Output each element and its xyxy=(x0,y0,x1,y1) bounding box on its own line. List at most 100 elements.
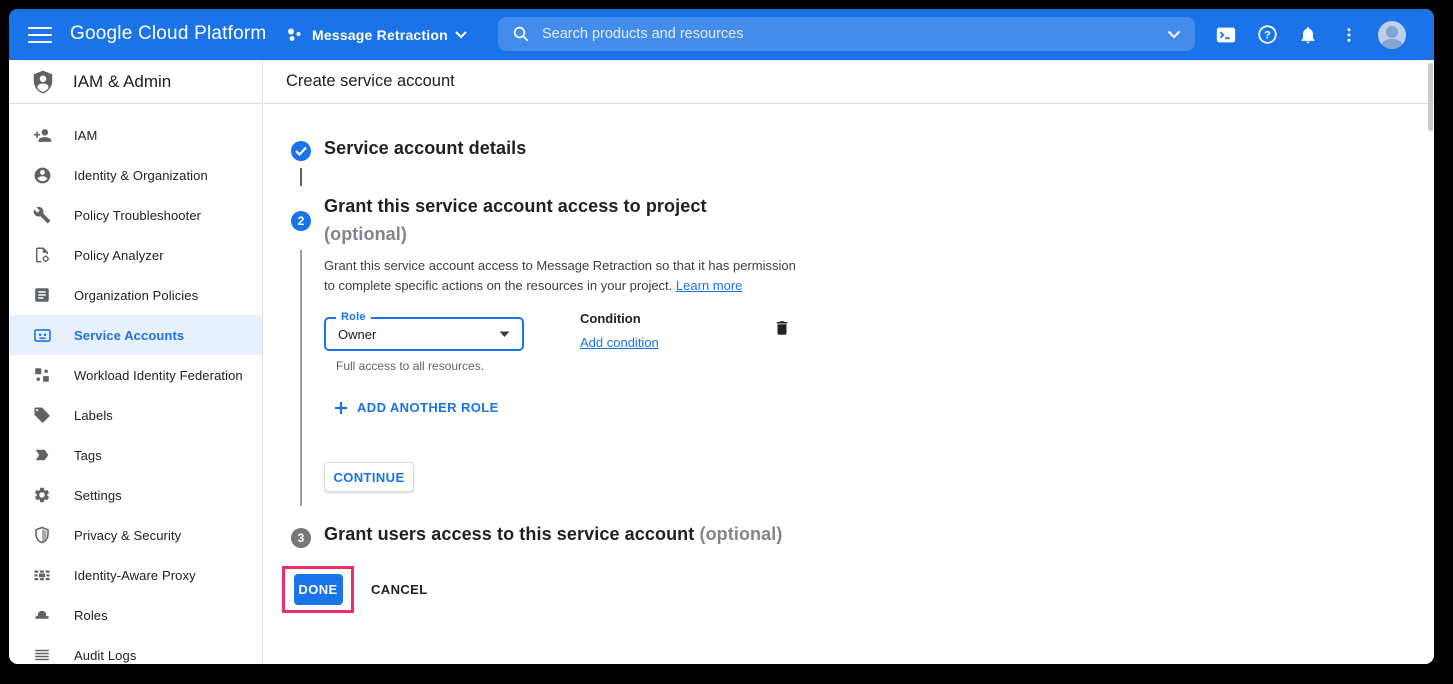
sidebar-item-audit-logs[interactable]: Audit Logs xyxy=(9,635,262,664)
search-chevron-down-icon[interactable] xyxy=(1167,30,1181,39)
project-icon xyxy=(285,25,305,45)
cancel-button[interactable]: CANCEL xyxy=(371,574,428,605)
sidebar-item-identity-organization[interactable]: Identity & Organization xyxy=(9,155,262,195)
appbar-actions: ? xyxy=(1214,9,1406,60)
add-another-role-label: ADD ANOTHER ROLE xyxy=(357,400,499,415)
sidebar-item-service-accounts[interactable]: Service Accounts xyxy=(9,315,262,355)
document-gear-icon xyxy=(32,245,52,265)
step-3-optional-label: (optional) xyxy=(699,524,782,544)
sidebar-item-label: Roles xyxy=(74,608,108,623)
sidebar-item-policy-troubleshooter[interactable]: Policy Troubleshooter xyxy=(9,195,262,235)
gcp-top-appbar: Google Cloud Platform Message Retraction… xyxy=(9,9,1434,60)
role-field-label: Role xyxy=(336,311,371,323)
sidebar-nav: IAM Identity & Organization Policy Troub… xyxy=(9,104,262,664)
step-1-title: Service account details xyxy=(324,138,526,159)
sidebar-item-organization-policies[interactable]: Organization Policies xyxy=(9,275,262,315)
sidebar-item-roles[interactable]: Roles xyxy=(9,595,262,635)
done-button[interactable]: DONE xyxy=(294,574,343,605)
account-circle-icon xyxy=(32,165,52,185)
add-condition-link[interactable]: Add condition xyxy=(580,335,659,350)
hamburger-menu-icon[interactable] xyxy=(28,22,52,46)
plus-icon xyxy=(334,401,348,415)
project-selector[interactable]: Message Retraction xyxy=(285,20,467,50)
delete-role-button[interactable] xyxy=(773,319,793,339)
sidebar-item-label: Organization Policies xyxy=(74,288,198,303)
learn-more-link[interactable]: Learn more xyxy=(676,278,742,293)
shield-icon xyxy=(32,525,52,545)
svg-text:?: ? xyxy=(1264,29,1271,41)
product-name: Google Cloud Platform xyxy=(70,23,266,45)
sidebar-item-label: Policy Analyzer xyxy=(74,248,164,263)
browser-viewport: Google Cloud Platform Message Retraction… xyxy=(9,9,1434,664)
gear-icon xyxy=(32,485,52,505)
notifications-bell-icon[interactable] xyxy=(1296,23,1320,47)
sidebar-title: IAM & Admin xyxy=(73,72,171,92)
sidebar-item-label: Policy Troubleshooter xyxy=(74,208,201,223)
search-icon xyxy=(512,25,530,43)
description-line-2: to complete specific actions on the reso… xyxy=(324,278,672,293)
help-icon[interactable]: ? xyxy=(1255,23,1279,47)
label-arrow-icon xyxy=(32,445,52,465)
sidebar-item-workload-identity-federation[interactable]: Workload Identity Federation xyxy=(9,355,262,395)
step-3-number: 3 xyxy=(298,531,305,545)
step-2-optional-label: (optional) xyxy=(324,224,407,245)
step-2-description: Grant this service account access to Mes… xyxy=(324,256,796,296)
wrench-icon xyxy=(32,205,52,225)
iam-admin-sidebar: IAM & Admin IAM Identity & Organization … xyxy=(9,60,263,664)
article-icon xyxy=(32,285,52,305)
sidebar-item-iam[interactable]: IAM xyxy=(9,115,262,155)
condition-label: Condition xyxy=(580,311,641,326)
step-connector xyxy=(300,168,302,186)
role-helper-text: Full access to all resources. xyxy=(336,359,484,373)
account-avatar[interactable] xyxy=(1378,21,1406,49)
person-add-icon xyxy=(32,125,52,145)
sidebar-item-label: Privacy & Security xyxy=(74,528,181,543)
sidebar-item-settings[interactable]: Settings xyxy=(9,475,262,515)
sidebar-item-label: Service Accounts xyxy=(74,328,184,343)
description-line-1: Grant this service account access to Mes… xyxy=(324,258,796,273)
step-2-indicator: 2 xyxy=(291,211,311,231)
step-2-title: Grant this service account access to pro… xyxy=(324,196,707,217)
page-header: Create service account xyxy=(264,60,1434,104)
sidebar-item-label: Identity & Organization xyxy=(74,168,208,183)
sidebar-item-label: Tags xyxy=(74,448,102,463)
step-3-indicator: 3 xyxy=(291,528,311,548)
squares-dots-icon xyxy=(32,365,52,385)
proxy-icon xyxy=(32,565,52,585)
role-dropdown[interactable]: Role Owner xyxy=(324,317,524,351)
project-name: Message Retraction xyxy=(312,27,448,43)
main-panel: Create service account Service account d… xyxy=(264,60,1434,664)
sidebar-header: IAM & Admin xyxy=(9,60,262,104)
sidebar-item-tags[interactable]: Tags xyxy=(9,435,262,475)
tag-icon xyxy=(32,405,52,425)
dropdown-caret-icon xyxy=(499,331,510,338)
chevron-down-icon xyxy=(455,31,467,39)
cloud-shell-icon[interactable] xyxy=(1214,23,1238,47)
add-another-role-button[interactable]: ADD ANOTHER ROLE xyxy=(334,400,499,415)
sidebar-item-policy-analyzer[interactable]: Policy Analyzer xyxy=(9,235,262,275)
continue-button[interactable]: CONTINUE xyxy=(324,462,414,492)
step-3-title: Grant users access to this service accou… xyxy=(324,524,782,545)
create-service-account-form: Service account details 2 Grant this ser… xyxy=(264,104,1434,664)
sidebar-item-label: IAM xyxy=(74,128,97,143)
sidebar-item-label: Workload Identity Federation xyxy=(74,368,243,383)
search-input[interactable] xyxy=(542,26,1167,42)
search-bar[interactable] xyxy=(498,17,1195,51)
step-1-indicator xyxy=(291,141,311,161)
lines-icon xyxy=(32,645,52,664)
sidebar-item-labels[interactable]: Labels xyxy=(9,395,262,435)
role-selected-value: Owner xyxy=(338,327,499,342)
step-2-number: 2 xyxy=(298,214,305,228)
sidebar-item-privacy-security[interactable]: Privacy & Security xyxy=(9,515,262,555)
step-3-title-text: Grant users access to this service accou… xyxy=(324,524,694,544)
hat-icon xyxy=(32,605,52,625)
more-options-kebab-icon[interactable] xyxy=(1337,23,1361,47)
sidebar-item-label: Audit Logs xyxy=(74,648,136,663)
iam-admin-shield-icon xyxy=(30,69,56,95)
sidebar-item-identity-aware-proxy[interactable]: Identity-Aware Proxy xyxy=(9,555,262,595)
step-connector xyxy=(300,250,302,506)
service-account-icon xyxy=(32,325,52,345)
sidebar-item-label: Settings xyxy=(74,488,122,503)
check-icon xyxy=(295,146,307,156)
sidebar-item-label: Labels xyxy=(74,408,113,423)
